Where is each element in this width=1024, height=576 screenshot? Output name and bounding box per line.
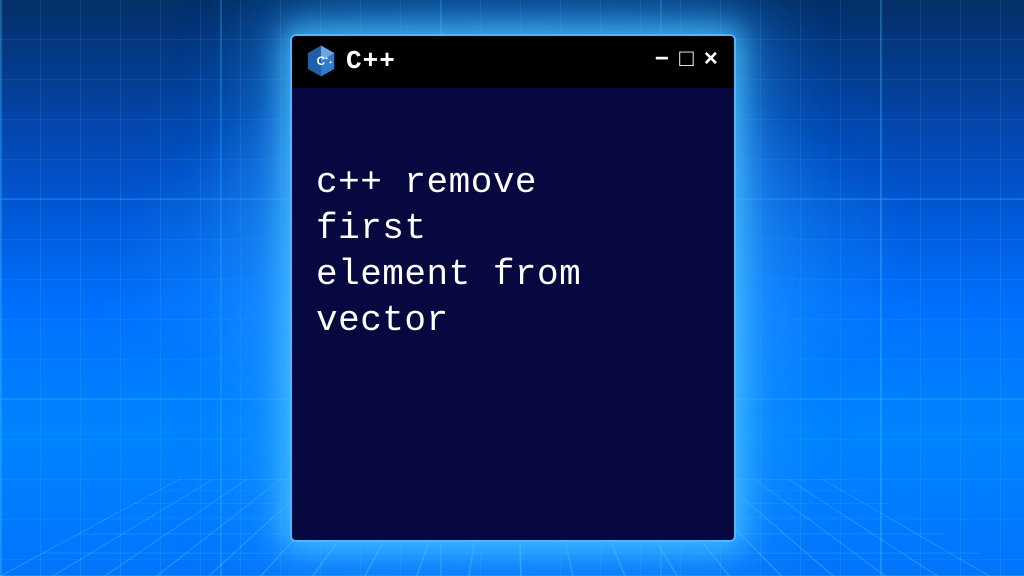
window-controls: − □ ×	[653, 47, 720, 75]
cpp-logo-icon: C + +	[306, 45, 336, 77]
close-button[interactable]: ×	[702, 47, 720, 75]
maximize-button[interactable]: □	[677, 47, 695, 75]
content-text: c++ remove first element from vector	[316, 162, 581, 341]
window-title: C++	[346, 46, 643, 76]
svg-text:C: C	[317, 54, 326, 68]
terminal-content: c++ remove first element from vector	[292, 88, 734, 540]
minimize-button[interactable]: −	[653, 47, 671, 75]
titlebar[interactable]: C + + C++ − □ ×	[292, 36, 734, 88]
terminal-window: C + + C++ − □ × c++ remove first element…	[290, 34, 736, 542]
